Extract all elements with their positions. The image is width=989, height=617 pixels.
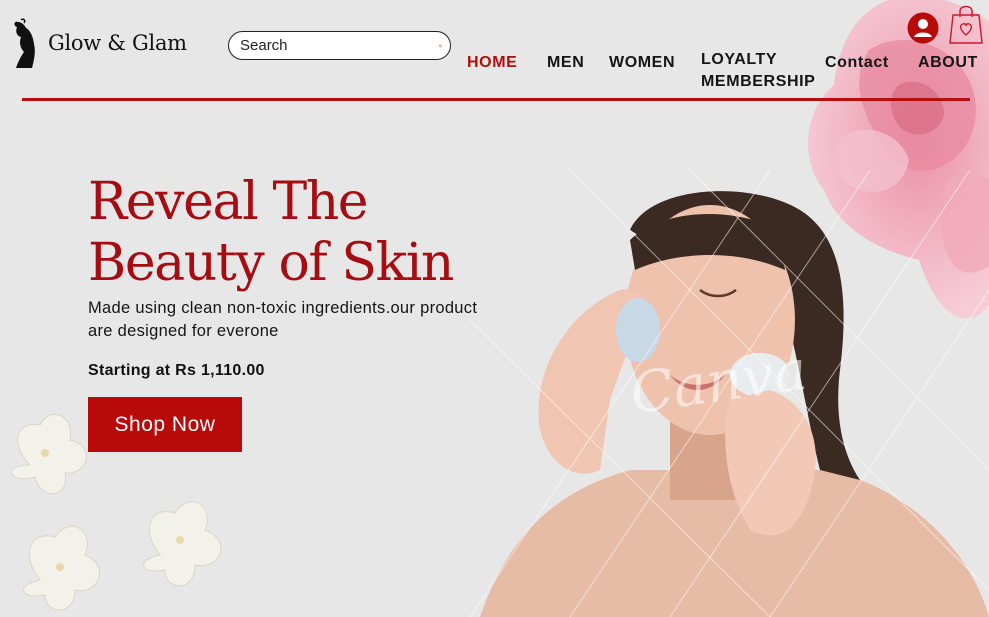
- nav-loyalty-line2: MEMBERSHIP: [701, 73, 816, 90]
- nav-loyalty-membership[interactable]: LOYALTY MEMBERSHIP: [701, 49, 815, 93]
- shop-now-button[interactable]: Shop Now: [88, 397, 242, 452]
- nav-women[interactable]: WOMEN: [609, 52, 675, 74]
- starting-price: Starting at Rs 1,110.00: [88, 362, 265, 379]
- main-nav: HOME MEN WOMEN LOYALTY MEMBERSHIP Contac…: [0, 49, 989, 96]
- landing-page: Glow & Glam HOME MEN WOMEN LOYALTY MEMBE…: [0, 0, 989, 617]
- nav-loyalty-line1: LOYALTY: [701, 51, 778, 68]
- shopping-bag-heart-icon[interactable]: [948, 3, 984, 45]
- hero-title: Reveal The Beauty of Skin: [88, 172, 508, 294]
- hero-title-line1: Reveal The: [88, 172, 369, 232]
- hero-subtitle: Made using clean non-toxic ingredients.o…: [88, 297, 548, 343]
- account-icon[interactable]: [907, 12, 939, 44]
- hero-subtitle-line1: Made using clean non-toxic ingredients.o…: [88, 299, 478, 317]
- hero-title-line2: Beauty of Skin: [88, 233, 454, 293]
- nav-men[interactable]: MEN: [547, 52, 584, 74]
- nav-home[interactable]: HOME: [467, 52, 517, 74]
- nav-contact[interactable]: Contact: [825, 52, 889, 74]
- nav-about[interactable]: ABOUT: [918, 52, 978, 74]
- hero-subtitle-line2: are designed for everone: [88, 322, 279, 340]
- header-divider: [22, 98, 970, 101]
